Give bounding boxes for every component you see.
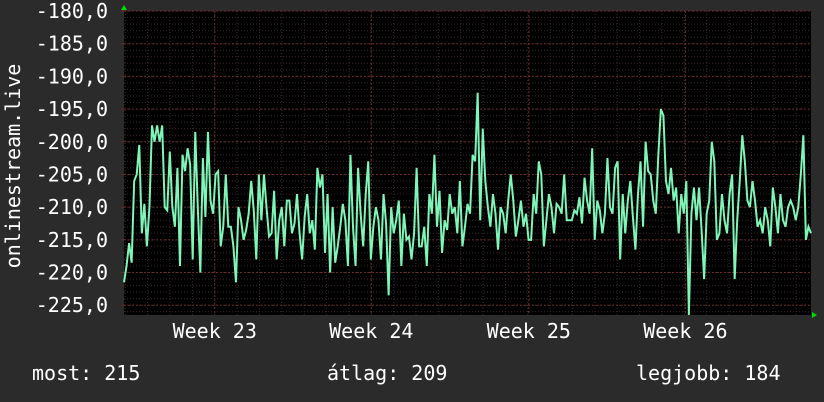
y-axis-arrow-icon — [121, 5, 127, 10]
y-tick-label: -195,0 — [36, 97, 108, 121]
y-tick-label: -185,0 — [36, 32, 108, 56]
plot-area — [124, 11, 811, 315]
y-tick-label: -215,0 — [36, 228, 108, 252]
footer-average: átlag: 209 — [327, 361, 447, 385]
x-tick-label: Week 25 — [487, 319, 571, 343]
y-tick-label: -210,0 — [36, 195, 108, 219]
footer-best: legjobb: 184 — [636, 361, 781, 385]
best-label: legjobb: — [636, 361, 733, 385]
average-value: 209 — [411, 361, 448, 385]
x-axis: Week 23 Week 24 Week 25 Week 26 — [173, 319, 728, 343]
x-axis-arrow-icon — [812, 312, 817, 318]
y-axis: -180,0 -185,0 -190,0 -195,0 -200,0 -205,0 -210… — [36, 0, 124, 317]
y-tick-label: -225,0 — [36, 293, 108, 317]
y-tick-label: -190,0 — [36, 64, 108, 88]
y-tick-label: -180,0 — [36, 0, 108, 23]
best-value: 184 — [744, 361, 781, 385]
chart: -180,0 -185,0 -190,0 -195,0 -200,0 -205,0 -210… — [1, 0, 817, 343]
x-tick-label: Week 23 — [173, 319, 257, 343]
average-label: átlag: — [327, 361, 400, 385]
current-label: most: — [32, 361, 93, 385]
y-tick-label: -220,0 — [36, 261, 108, 285]
footer-current: most: 215 — [32, 361, 140, 385]
y-tick-label: -200,0 — [36, 130, 108, 154]
y-axis-title: onlinestream.live — [1, 64, 25, 269]
y-tick-label: -205,0 — [36, 162, 108, 186]
x-tick-label: Week 24 — [329, 319, 413, 343]
current-value: 215 — [104, 361, 141, 385]
x-tick-label: Week 26 — [643, 319, 727, 343]
